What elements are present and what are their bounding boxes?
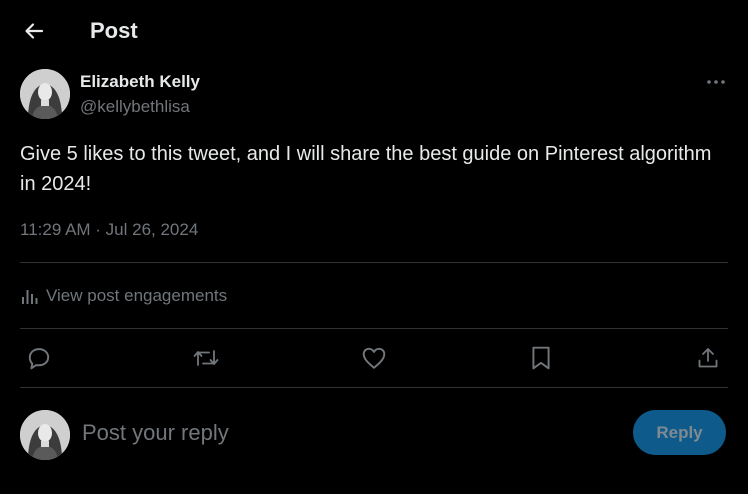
divider bbox=[20, 262, 728, 263]
share-action-button[interactable] bbox=[693, 343, 723, 373]
post-text: Give 5 likes to this tweet, and I will s… bbox=[20, 143, 712, 195]
author-avatar[interactable] bbox=[20, 69, 70, 119]
divider bbox=[20, 328, 728, 329]
post-timestamp[interactable]: 11:29 AM · Jul 26, 2024 bbox=[20, 219, 198, 241]
heart-icon bbox=[361, 346, 387, 370]
reply-button[interactable]: Reply bbox=[633, 410, 726, 455]
repost-action-button[interactable] bbox=[191, 343, 221, 373]
view-engagements-label: View post engagements bbox=[46, 286, 228, 305]
avatar-photo bbox=[20, 69, 70, 119]
comment-icon bbox=[26, 345, 52, 371]
back-arrow-icon bbox=[24, 22, 44, 40]
more-options-icon bbox=[706, 79, 726, 85]
analytics-icon bbox=[20, 286, 40, 306]
like-action-button[interactable] bbox=[359, 343, 389, 373]
share-icon bbox=[696, 346, 720, 370]
author-handle[interactable]: @kellybethlisa bbox=[80, 96, 190, 118]
reply-action-button[interactable] bbox=[24, 343, 54, 373]
more-options-button[interactable] bbox=[700, 70, 732, 94]
top-bar: Post bbox=[0, 0, 748, 62]
bookmark-action-button[interactable] bbox=[526, 343, 556, 373]
divider bbox=[20, 387, 728, 388]
reply-input[interactable] bbox=[82, 418, 582, 448]
view-engagements-link[interactable]: View post engagements bbox=[20, 283, 227, 309]
author-name[interactable]: Elizabeth Kelly bbox=[80, 71, 200, 93]
avatar-photo bbox=[20, 410, 70, 460]
bookmark-icon bbox=[529, 345, 553, 371]
repost-icon bbox=[192, 345, 220, 371]
back-button[interactable] bbox=[18, 14, 50, 48]
current-user-avatar[interactable] bbox=[20, 410, 70, 460]
page-title: Post bbox=[90, 18, 138, 43]
